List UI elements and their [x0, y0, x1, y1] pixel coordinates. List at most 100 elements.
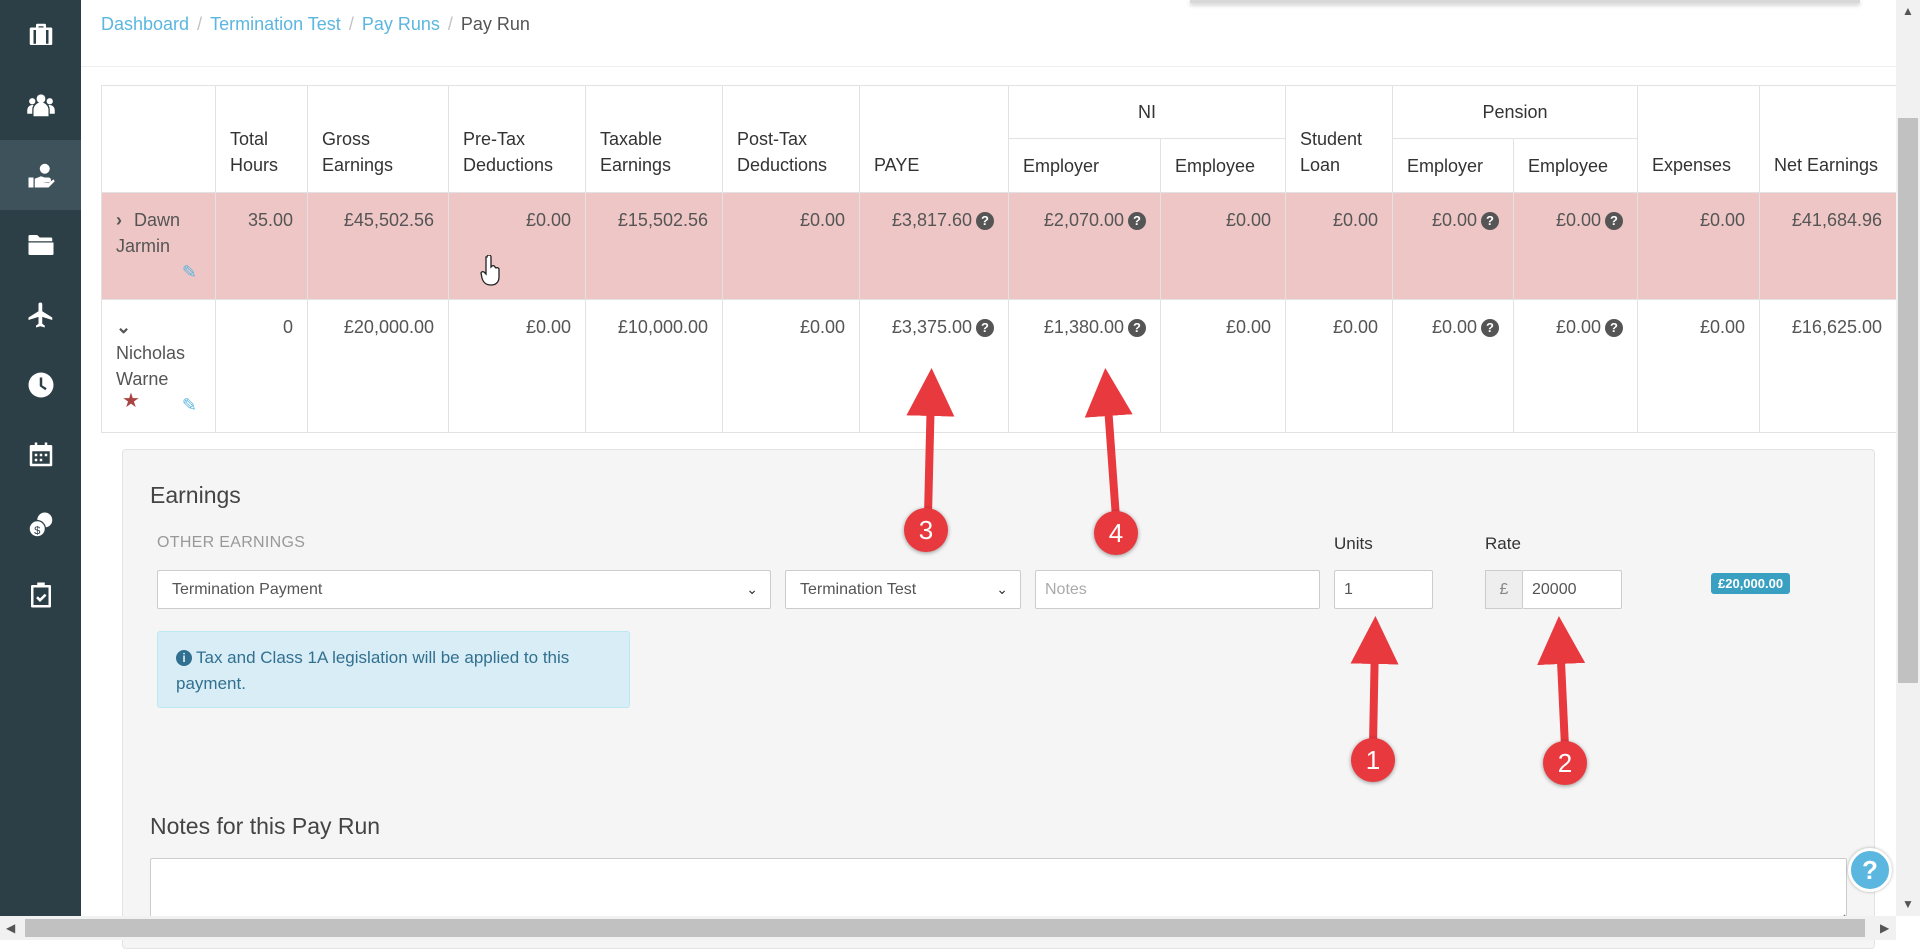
chevron-right-icon[interactable]: › — [116, 207, 134, 233]
people-icon — [26, 94, 55, 117]
scroll-up-arrow-icon[interactable]: ▲ — [1902, 4, 1914, 18]
question-icon[interactable]: ? — [976, 212, 994, 231]
cell-net: £41,684.96 — [1759, 192, 1897, 300]
sidebar: $ — [0, 0, 81, 916]
pay-run-notes-textarea[interactable] — [150, 858, 1847, 924]
sidebar-item-timesheets[interactable] — [0, 350, 81, 420]
header-paye: PAYE — [859, 85, 1009, 193]
sidebar-item-leave[interactable] — [0, 280, 81, 350]
question-icon[interactable]: ? — [1128, 212, 1146, 231]
dropdown-panel-edge — [1190, 0, 1860, 3]
header-pension-employer: Employer — [1392, 138, 1514, 193]
earning-type-select[interactable]: Termination Payment ⌄ — [157, 570, 771, 609]
sidebar-item-calendar[interactable] — [0, 420, 81, 490]
cell-expenses: £0.00 — [1637, 299, 1760, 433]
scroll-down-arrow-icon[interactable]: ▼ — [1902, 897, 1914, 911]
header-pension: Pension — [1392, 85, 1638, 139]
cell-expenses: £0.00 — [1637, 192, 1760, 300]
cell-student-loan: £0.00 — [1285, 192, 1393, 300]
question-icon[interactable]: ? — [1605, 212, 1623, 231]
question-icon[interactable]: ? — [976, 319, 994, 338]
company-select[interactable]: Termination Test ⌄ — [785, 570, 1021, 609]
question-icon[interactable]: ? — [1481, 212, 1499, 231]
cell-ni-employer: £2,070.00? — [1008, 192, 1161, 300]
cell-student-loan: £0.00 — [1285, 299, 1393, 433]
units-label: Units — [1334, 534, 1373, 553]
breadcrumb-company[interactable]: Termination Test — [210, 14, 341, 35]
paye-value: £3,375.00 — [891, 317, 972, 337]
help-button[interactable]: ? — [1848, 848, 1892, 892]
breadcrumb-pay-runs[interactable]: Pay Runs — [362, 14, 440, 35]
pencil-icon[interactable]: ✎ — [182, 259, 197, 285]
folder-icon — [28, 235, 53, 255]
divider — [81, 66, 1896, 67]
scroll-left-arrow-icon[interactable]: ◀ — [6, 921, 15, 935]
breadcrumb-dashboard[interactable]: Dashboard — [101, 14, 189, 35]
notes-input[interactable] — [1035, 570, 1320, 609]
cell-post-tax: £0.00 — [722, 299, 860, 433]
header-ni-employee: Employee — [1160, 138, 1286, 193]
sidebar-item-documents[interactable] — [0, 210, 81, 280]
cell-gross: £45,502.56 — [307, 192, 449, 300]
breadcrumb: Dashboard / Termination Test / Pay Runs … — [101, 14, 530, 35]
company-select-value: Termination Test — [800, 581, 917, 598]
annotation-badge-2: 2 — [1543, 741, 1587, 785]
question-icon[interactable]: ? — [1481, 319, 1499, 338]
cell-taxable: £10,000.00 — [585, 299, 723, 433]
chevron-down-icon: ⌄ — [746, 581, 758, 597]
question-icon[interactable]: ? — [1605, 319, 1623, 338]
cell-ni-employee: £0.00 — [1160, 299, 1286, 433]
star-icon[interactable]: ★ — [122, 388, 140, 414]
earnings-title: Earnings — [150, 482, 241, 508]
cell-pre-tax: £0.00 — [448, 299, 586, 433]
info-icon: i — [176, 650, 192, 666]
scroll-right-arrow-icon[interactable]: ▶ — [1880, 921, 1889, 935]
employee-name[interactable]: Nicholas Warne — [116, 343, 185, 389]
cell-pension-employer: £0.00? — [1392, 192, 1514, 300]
units-input[interactable] — [1334, 570, 1433, 609]
sidebar-item-tasks[interactable] — [0, 560, 81, 630]
header-employee — [101, 85, 216, 193]
rate-input[interactable] — [1522, 570, 1622, 609]
header-gross-earnings: Gross Earnings — [307, 85, 449, 193]
rate-label: Rate — [1485, 534, 1521, 553]
pencil-icon[interactable]: ✎ — [182, 392, 197, 418]
annotation-badge-4: 4 — [1094, 511, 1138, 555]
annotation-badge-3: 3 — [904, 508, 948, 552]
table-row[interactable]: › Dawn Jarmin ✎ 35.00 £45,502.56 £0.00 £1… — [101, 192, 1897, 300]
header-post-tax-deductions: Post-Tax Deductions — [722, 85, 860, 193]
chevron-down-icon[interactable]: ⌄ — [116, 314, 134, 340]
sidebar-item-employees[interactable] — [0, 70, 81, 140]
breadcrumb-separator: / — [197, 14, 203, 34]
cell-net: £16,625.00 — [1759, 299, 1897, 433]
cell-paye: £3,817.60? — [859, 192, 1009, 300]
question-icon[interactable]: ? — [1128, 319, 1146, 338]
annotation-badge-1: 1 — [1351, 738, 1395, 782]
pension-employee-value: £0.00 — [1555, 317, 1601, 337]
cell-pension-employee: £0.00? — [1513, 299, 1638, 433]
cell-ni-employee: £0.00 — [1160, 192, 1286, 300]
employee-name-cell[interactable]: › Dawn Jarmin ✎ — [101, 192, 216, 300]
pension-employer-value: £0.00 — [1431, 317, 1477, 337]
ni-employer-value: £1,380.00 — [1043, 317, 1124, 337]
other-earnings-label: OTHER EARNINGS — [157, 534, 306, 551]
plane-icon — [28, 302, 52, 328]
amount-badge: £20,000.00 — [1711, 573, 1791, 594]
coins-icon: $ — [28, 512, 52, 538]
sidebar-item-payroll[interactable] — [0, 140, 81, 210]
alert-text: Tax and Class 1A legislation will be app… — [176, 648, 570, 693]
currency-addon: £ — [1485, 570, 1522, 609]
hand-cursor-icon — [480, 255, 500, 286]
cell-ni-employer: £1,380.00? — [1008, 299, 1161, 433]
horizontal-scrollbar-thumb[interactable] — [25, 919, 1865, 937]
clipboard-check-icon — [30, 582, 51, 608]
sidebar-item-expenses[interactable]: $ — [0, 490, 81, 560]
header-expenses: Expenses — [1637, 85, 1760, 193]
breadcrumb-separator: / — [348, 14, 354, 34]
vertical-scrollbar-thumb[interactable] — [1898, 118, 1918, 683]
employee-name-cell[interactable]: ⌄ Nicholas Warne ★ ✎ — [101, 299, 216, 433]
sidebar-item-jobs[interactable] — [0, 0, 81, 70]
header-ni-employer: Employer — [1008, 138, 1161, 193]
cell-taxable: £15,502.56 — [585, 192, 723, 300]
table-row[interactable]: ⌄ Nicholas Warne ★ ✎ 0 £20,000.00 £0.00 £… — [101, 299, 1897, 433]
